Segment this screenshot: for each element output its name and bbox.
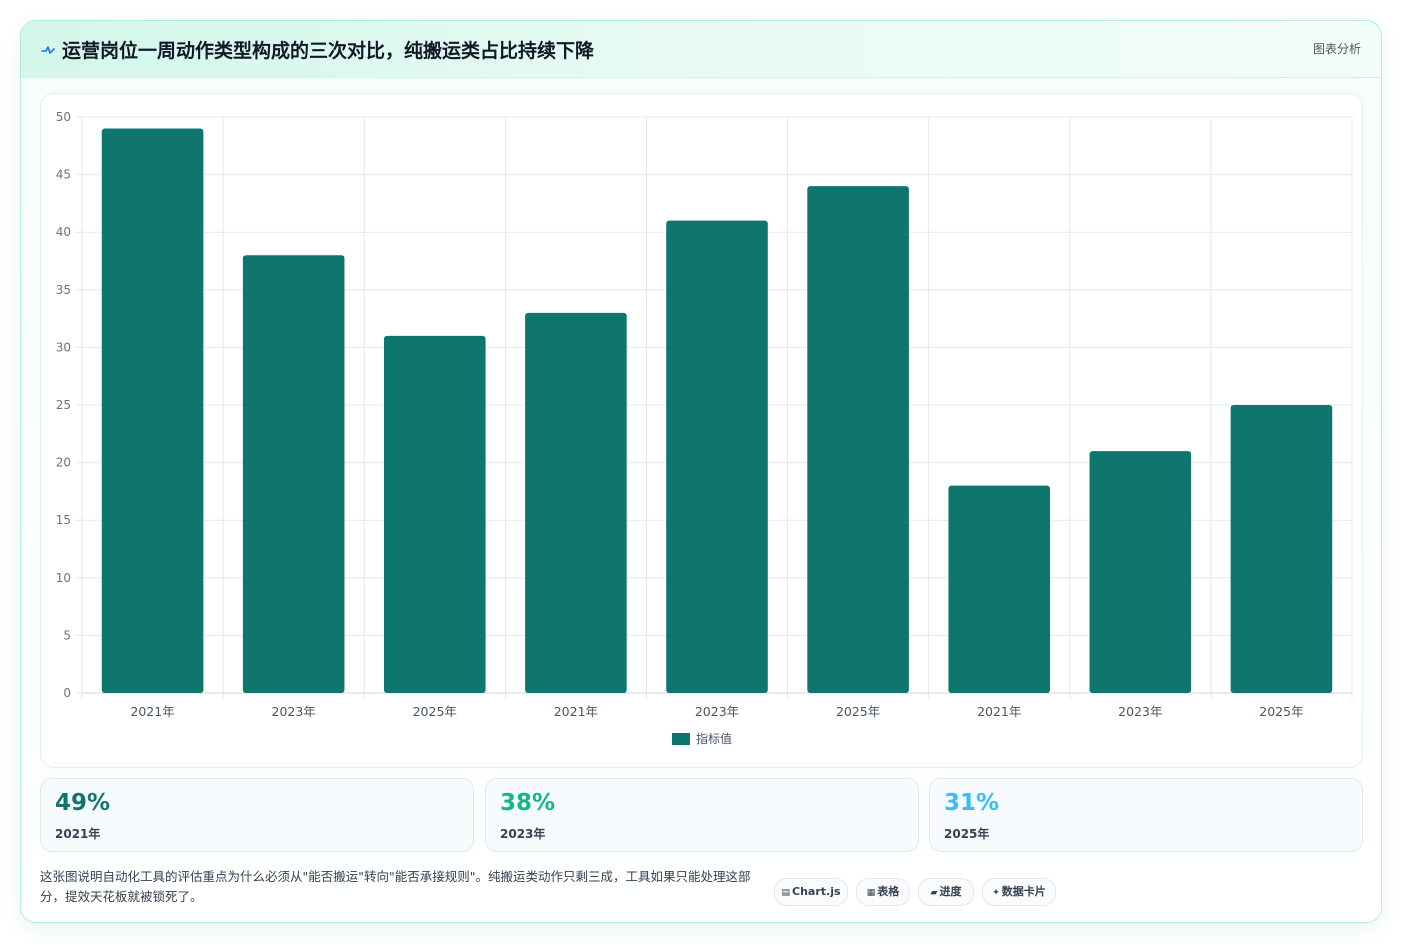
pill-progress[interactable]: ▰ 进度: [918, 878, 974, 906]
pill-label: 表格: [877, 885, 900, 898]
y-tick-label: 35: [56, 283, 71, 297]
pill-data-card[interactable]: ✦ 数据卡片: [982, 878, 1056, 906]
y-tick-label: 15: [56, 513, 71, 527]
y-tick-label: 50: [56, 110, 71, 124]
chart-card: 运营岗位一周动作类型构成的三次对比，纯搬运类占比持续下降 图表分析 0 5 10 15…: [20, 20, 1382, 923]
x-tick-label: 2025年: [836, 704, 880, 719]
pill-chartjs[interactable]: ▤ Chart.js: [774, 878, 848, 906]
bar: [101, 128, 204, 693]
bar: [948, 485, 1051, 693]
stat-label-2: 2023年: [500, 827, 546, 841]
table-icon: ▦: [866, 888, 876, 898]
stat-label-3: 2025年: [944, 827, 990, 841]
y-tick-label: 40: [56, 225, 71, 239]
legend-label: 指标值: [696, 731, 732, 746]
x-tick-label: 2023年: [272, 704, 316, 719]
chart-panel: 0 5 10 15 20 25 30 35 40 45 50 2021年 2023年 2025年 2021年…: [40, 93, 1363, 768]
chart-icon: ▤: [781, 888, 790, 898]
bar: [1230, 405, 1333, 693]
legend-swatch: [672, 733, 690, 745]
x-tick-label: 2023年: [695, 704, 739, 719]
y-tick-label: 0: [63, 686, 71, 700]
bar: [525, 312, 627, 693]
y-tick-label: 45: [56, 168, 71, 182]
y-tick-label: 20: [56, 456, 71, 470]
x-tick-label: 2021年: [554, 704, 598, 719]
pill-label: 数据卡片: [1001, 885, 1046, 898]
sparkle-icon: ✦: [992, 888, 1000, 898]
pill-table[interactable]: ▦ 表格: [856, 878, 910, 906]
bar: [242, 255, 345, 694]
stat-label-1: 2021年: [55, 827, 101, 841]
pulse-icon: [41, 39, 55, 59]
chart-analysis-tag[interactable]: 图表分析: [1313, 40, 1361, 57]
bar: [1089, 451, 1192, 693]
pill-label: Chart.js: [792, 885, 841, 898]
card-header: 运营岗位一周动作类型构成的三次对比，纯搬运类占比持续下降 图表分析: [21, 21, 1381, 78]
y-tick-label: 30: [56, 340, 71, 354]
page-title: 运营岗位一周动作类型构成的三次对比，纯搬运类占比持续下降: [62, 40, 595, 62]
bar: [807, 186, 909, 693]
stat-value-1: 49%: [55, 790, 111, 816]
x-tick-label: 2021年: [130, 704, 174, 719]
stat-card-1: 49% 2021年: [40, 778, 474, 852]
progress-icon: ▰: [930, 888, 938, 898]
stat-value-2: 38%: [500, 790, 556, 816]
y-tick-label: 25: [56, 398, 71, 412]
chart-note: 这张图说明自动化工具的评估重点为什么必须从"能否搬运"转向"能否承接规则"。纯搬…: [40, 869, 751, 904]
pill-label: 进度: [939, 885, 962, 898]
y-tick-label: 5: [63, 628, 71, 642]
stat-card-2: 38% 2023年: [485, 778, 919, 852]
stat-value-3: 31%: [944, 790, 1000, 816]
x-tick-label: 2025年: [413, 704, 457, 719]
x-tick-label: 2023年: [1118, 704, 1162, 719]
bar-chart: 0 5 10 15 20 25 30 35 40 45 50 2021年 2023年 2025年 2021年…: [56, 110, 1353, 746]
x-tick-label: 2021年: [977, 704, 1021, 719]
bar: [666, 220, 768, 693]
stat-card-3: 31% 2025年: [929, 778, 1363, 852]
y-tick-label: 10: [56, 571, 71, 585]
x-tick-label: 2025年: [1259, 704, 1303, 719]
bar: [383, 335, 486, 693]
